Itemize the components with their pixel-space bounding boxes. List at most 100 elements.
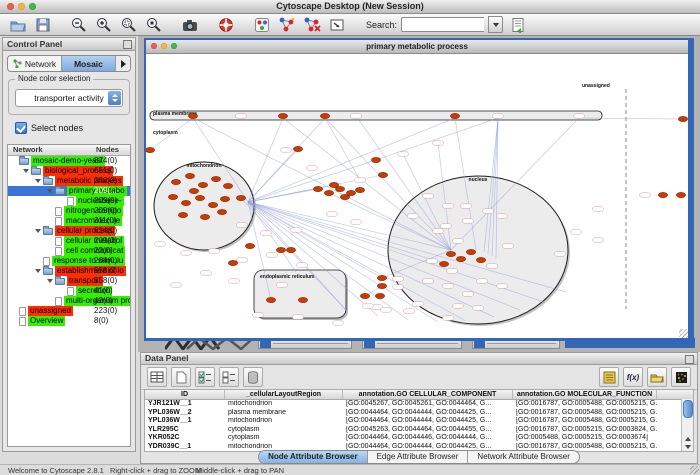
network-node-label[interactable] (297, 263, 308, 267)
network-node-label[interactable] (333, 321, 344, 325)
network-node-label[interactable] (267, 253, 278, 257)
network-node-label[interactable] (463, 292, 474, 296)
network-node[interactable] (236, 195, 245, 200)
table-column-header[interactable]: annotation.GO CELLULAR_COMPONENT (343, 390, 513, 399)
network-node-label[interactable] (463, 219, 474, 223)
network-node[interactable] (378, 172, 387, 177)
tree-row[interactable]: cellular process614(0) (8, 226, 130, 236)
attribute-ledger-icon[interactable] (599, 367, 619, 387)
tree-expand-icon[interactable] (35, 229, 41, 233)
network-node-label[interactable] (427, 259, 438, 263)
table-row[interactable]: YPL036W__2plasma membrane[GO:0044464, GO… (145, 409, 693, 418)
network-node-label[interactable] (181, 251, 192, 255)
network-node-label[interactable] (423, 194, 434, 198)
network-node-label[interactable] (236, 114, 247, 118)
network-node-label[interactable] (443, 316, 454, 320)
matrix-view-icon[interactable] (671, 367, 691, 387)
close-window-button[interactable] (7, 3, 14, 10)
tree-row[interactable]: cellular metabol209(0) (8, 236, 130, 246)
network-node-label[interactable] (393, 277, 404, 281)
minimize-view-button[interactable] (161, 43, 167, 49)
search-dropdown-button[interactable] (488, 16, 503, 33)
open-file-icon[interactable] (8, 16, 28, 34)
network-node-label[interactable] (291, 228, 302, 232)
network-node-label[interactable] (555, 252, 566, 256)
select-all-icon[interactable] (195, 367, 215, 387)
network-node-label[interactable] (593, 207, 604, 211)
network-node-label[interactable] (493, 114, 504, 118)
tree-row[interactable]: Overview8(0) (8, 316, 130, 326)
unselect-all-icon[interactable] (219, 367, 239, 387)
float-panel-icon[interactable] (123, 40, 132, 49)
network-node-label[interactable] (443, 204, 454, 208)
network-node[interactable] (377, 275, 386, 280)
network-node-label[interactable] (293, 315, 304, 319)
network-node-label[interactable] (433, 229, 444, 233)
network-node[interactable] (375, 293, 384, 298)
network-node-label[interactable] (413, 302, 424, 306)
network-node-label[interactable] (433, 141, 444, 145)
tree-expand-icon[interactable] (47, 279, 53, 283)
network-node-label[interactable] (209, 249, 220, 253)
network-node[interactable] (377, 283, 386, 288)
destroy-view-icon[interactable] (302, 16, 322, 34)
network-node[interactable] (189, 188, 198, 193)
network-node-label[interactable] (461, 204, 472, 208)
network-node-label[interactable] (155, 242, 166, 246)
network-node[interactable] (466, 249, 475, 254)
network-node[interactable] (185, 173, 194, 178)
float-panel-icon[interactable] (685, 355, 694, 364)
select-nodes-checkbox[interactable] (15, 122, 27, 134)
tree-row[interactable]: macromolecule311(0) (8, 216, 130, 226)
network-node[interactable] (228, 260, 237, 265)
function-builder-icon[interactable]: f(x) (623, 367, 643, 387)
network-node[interactable] (168, 194, 177, 199)
network-node[interactable] (195, 195, 204, 200)
network-node[interactable] (208, 202, 217, 207)
table-row[interactable]: YLR295Ccytoplasm[GO:0045263, GO:0044464,… (145, 426, 693, 435)
network-node-label[interactable] (277, 283, 288, 287)
network-node-label[interactable] (473, 306, 484, 310)
zoom-view-button[interactable] (171, 43, 177, 49)
close-view-button[interactable] (151, 43, 157, 49)
network-node-label[interactable] (229, 279, 240, 283)
network-node[interactable] (211, 176, 220, 181)
network-node-label[interactable] (640, 193, 651, 197)
network-node-label[interactable] (574, 114, 585, 118)
tree-row[interactable]: biological_process651(0) (8, 166, 130, 176)
table-row[interactable]: YJR121W__1mitochondrion[GO:0045267, GO:0… (145, 400, 693, 409)
tree-row[interactable]: unassigned223(0) (8, 306, 130, 316)
tree-column-nodes[interactable]: Nodes (96, 145, 126, 155)
tree-expand-icon[interactable] (35, 179, 41, 183)
network-node-label[interactable] (453, 304, 464, 308)
network-node-label[interactable] (483, 209, 494, 213)
tree-row[interactable]: primary metabo209(... (8, 186, 130, 196)
zoom-fit-icon[interactable] (144, 16, 164, 34)
table-column-header[interactable]: _cellularLayoutRegion (225, 390, 343, 399)
region-plasma-membrane[interactable] (150, 111, 602, 120)
import-table-icon[interactable] (508, 16, 528, 34)
snapshot-camera-icon[interactable] (180, 16, 200, 34)
tab-network[interactable]: Network (8, 56, 62, 71)
network-node[interactable] (313, 186, 322, 191)
network-node-label[interactable] (307, 166, 318, 170)
network-node[interactable] (286, 247, 295, 252)
network-node[interactable] (456, 256, 465, 261)
tree-expand-icon[interactable] (35, 269, 41, 273)
import-attributes-icon[interactable] (647, 367, 667, 387)
network-node-label[interactable] (363, 304, 374, 308)
tree-row[interactable]: transport558(0) (8, 276, 130, 286)
tree-row[interactable]: cell communicat22(0) (8, 246, 130, 256)
network-node[interactable] (446, 251, 455, 256)
create-view-icon[interactable] (277, 16, 297, 34)
vizmapper-icon[interactable] (252, 16, 272, 34)
tree-expand-icon[interactable] (23, 169, 29, 173)
network-node-label[interactable] (237, 223, 248, 227)
zoom-in-icon[interactable] (94, 16, 114, 34)
tree-expand-icon[interactable] (47, 189, 53, 193)
network-node[interactable] (324, 190, 333, 195)
region-mitochondrion[interactable] (154, 162, 254, 250)
minimize-window-button[interactable] (18, 3, 25, 10)
network-node-label[interactable] (593, 238, 604, 242)
tree-row[interactable]: metabolic process280(0) (8, 176, 130, 186)
